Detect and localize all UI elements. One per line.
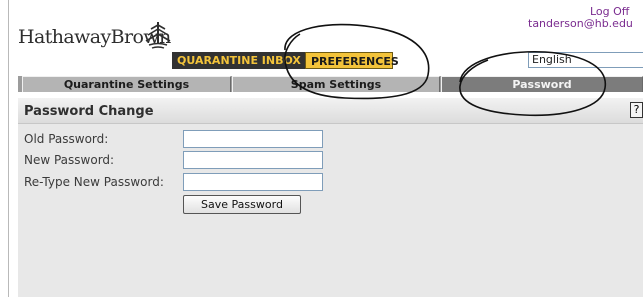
left-border	[8, 0, 9, 297]
subtab-quarantine-settings[interactable]: Quarantine Settings	[22, 76, 231, 92]
user-email: tanderson@hb.edu	[528, 17, 633, 30]
stylized-tree-icon	[145, 22, 171, 49]
tab-preferences[interactable]: PREFERENCES	[305, 52, 399, 69]
old-password-label: Old Password:	[24, 132, 109, 146]
tab-quarantine-inbox[interactable]: QUARANTINE INBOX	[172, 52, 305, 69]
new-password-field[interactable]	[183, 151, 323, 169]
save-password-button[interactable]: Save Password	[183, 195, 301, 214]
subtab-spam-settings[interactable]: Spam Settings	[232, 76, 440, 92]
page-title: Password Change	[24, 104, 154, 119]
password-panel	[18, 98, 643, 297]
new-password-label: New Password:	[24, 153, 115, 167]
app-frame: HathawayBrown QUARANTINE INBOX PREFERENC…	[0, 0, 643, 297]
help-button[interactable]: ?	[630, 102, 643, 118]
old-password-field[interactable]	[183, 130, 323, 148]
language-select[interactable]: English ▼	[528, 52, 643, 68]
retype-password-field[interactable]	[183, 173, 323, 191]
subtab-password[interactable]: Password	[441, 76, 643, 92]
retype-password-label: Re-Type New Password:	[24, 175, 164, 189]
language-selected-value: English	[532, 53, 572, 66]
